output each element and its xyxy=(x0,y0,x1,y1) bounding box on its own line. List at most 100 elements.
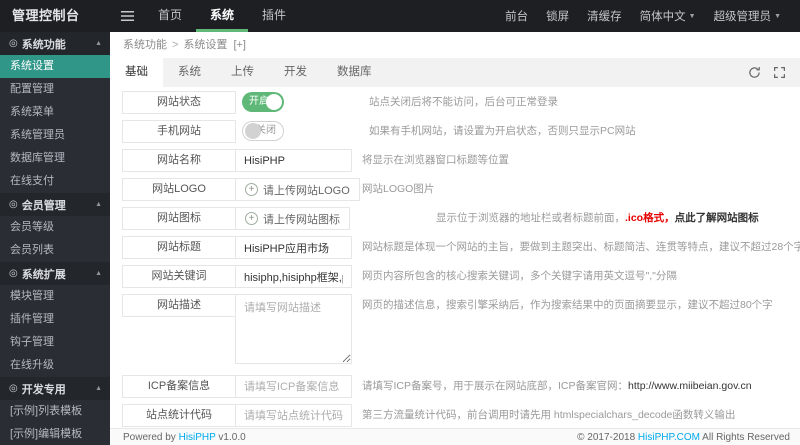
field-label: 网站状态 xyxy=(122,91,236,114)
nav-system[interactable]: 系统 xyxy=(196,0,249,32)
tab-system[interactable]: 系统 xyxy=(163,58,216,87)
sidebar-group-system[interactable]: ◎ 系统功能 ▲ xyxy=(0,32,110,55)
icp-input[interactable] xyxy=(235,375,352,398)
site-name-input[interactable] xyxy=(235,149,352,172)
language-label: 简体中文 xyxy=(639,11,686,23)
help-text-red: .ico格式， xyxy=(625,212,675,224)
gear-icon: ◎ xyxy=(9,199,18,210)
field-label: 网站关键词 xyxy=(122,265,236,288)
app-title: 管理控制台 xyxy=(12,8,80,23)
sidebar-item-demo-edit[interactable]: [示例]编辑模板 xyxy=(0,423,110,445)
field-label: 网站标题 xyxy=(122,236,236,259)
settings-form: 网站状态 开启 站点关闭后将不能访问，后台可正常登录 手机网站 关闭 如果有手机… xyxy=(110,87,800,427)
hisiphp-com-link[interactable]: HisiPHP.COM xyxy=(638,432,700,443)
top-header: 管理控制台 首页 系统 插件 前台 锁屏 清缓存 简体中文 ▼ 超级管理员 ▼ xyxy=(0,0,800,32)
upload-favicon-button[interactable]: + 请上传网站图标 xyxy=(235,207,350,230)
favicon-info-link[interactable]: 点此了解网站图标 xyxy=(675,212,759,224)
plus-circle-icon: + xyxy=(245,212,258,225)
form-row-icp: ICP备案信息 请填写ICP备案号，用于展示在网站底部，ICP备案官网：http… xyxy=(122,375,800,398)
sidebar-item-config[interactable]: 配置管理 xyxy=(0,78,110,101)
sidebar-item-member-list[interactable]: 会员列表 xyxy=(0,239,110,262)
sidebar-item-site-settings[interactable]: 系统设置 xyxy=(0,55,110,78)
settings-tabbar: 基础 系统 上传 开发 数据库 xyxy=(110,58,800,87)
chevron-up-icon: ▲ xyxy=(95,270,102,277)
sidebar-group-title: 开发专用 xyxy=(21,383,66,396)
form-row-site-status: 网站状态 开启 站点关闭后将不能访问，后台可正常登录 xyxy=(122,91,800,114)
frontend-link[interactable]: 前台 xyxy=(496,8,537,24)
field-help: 网页内容所包含的核心搜索关键词，多个关键字请用英文逗号","分隔 xyxy=(362,270,677,282)
sidebar: ◎ 系统功能 ▲ 系统设置 配置管理 系统菜单 系统管理员 数据库管理 在线支付… xyxy=(0,32,110,445)
sidebar-group-members[interactable]: ◎ 会员管理 ▲ xyxy=(0,193,110,216)
form-row-site-title: 网站标题 网站标题是体现一个网站的主旨，要做到主题突出、标题简洁、连贯等特点，建… xyxy=(122,236,800,259)
tab-develop[interactable]: 开发 xyxy=(269,58,322,87)
icp-site-url: http://www.miibeian.gov.cn xyxy=(628,380,752,392)
sidebar-group-extensions[interactable]: ◎ 系统扩展 ▲ xyxy=(0,262,110,285)
site-status-toggle[interactable]: 开启 xyxy=(242,92,284,112)
refresh-icon[interactable] xyxy=(748,66,761,79)
footer: Powered by HisiPHP v1.0.0 © 2017-2018 Hi… xyxy=(110,428,800,445)
field-help: 网站LOGO图片 xyxy=(362,183,435,195)
sidebar-item-modules[interactable]: 模块管理 xyxy=(0,285,110,308)
upload-logo-button[interactable]: + 请上传网站LOGO xyxy=(235,178,360,201)
breadcrumb-separator: > xyxy=(172,39,179,51)
tab-upload[interactable]: 上传 xyxy=(216,58,269,87)
field-help: 网站标题是体现一个网站的主旨，要做到主题突出、标题简洁、连贯等特点，建议不超过2… xyxy=(362,241,800,253)
nav-plugins[interactable]: 插件 xyxy=(248,0,300,32)
chevron-up-icon: ▲ xyxy=(95,40,102,47)
chevron-up-icon: ▲ xyxy=(95,385,102,392)
fullscreen-icon[interactable] xyxy=(773,66,786,79)
gear-icon: ◎ xyxy=(9,383,18,394)
sidebar-item-menus[interactable]: 系统菜单 xyxy=(0,101,110,124)
sidebar-item-hooks[interactable]: 钩子管理 xyxy=(0,331,110,354)
field-help: 第三方流量统计代码，前台调用时请先用 htmlspecialchars_deco… xyxy=(362,409,736,421)
site-title-input[interactable] xyxy=(235,236,352,259)
field-label: 网站图标 xyxy=(122,207,236,230)
mobile-site-toggle[interactable]: 关闭 xyxy=(242,121,284,141)
chevron-down-icon: ▼ xyxy=(688,13,696,20)
user-dropdown[interactable]: 超级管理员 ▼ xyxy=(705,8,790,24)
sidebar-item-database[interactable]: 数据库管理 xyxy=(0,147,110,170)
breadcrumb-parent[interactable]: 系统功能 xyxy=(123,39,167,51)
tab-tools xyxy=(748,58,800,87)
toggle-knob xyxy=(266,94,282,110)
stats-code-input[interactable] xyxy=(235,404,352,427)
powered-by-text: Powered by xyxy=(123,431,179,443)
tab-database[interactable]: 数据库 xyxy=(322,58,387,87)
gear-icon: ◎ xyxy=(9,38,18,49)
sidebar-group-dev[interactable]: ◎ 开发专用 ▲ xyxy=(0,377,110,400)
site-keywords-input[interactable] xyxy=(235,265,352,288)
sidebar-item-member-levels[interactable]: 会员等级 xyxy=(0,216,110,239)
field-label: 手机网站 xyxy=(122,120,236,143)
nav-home[interactable]: 首页 xyxy=(144,0,196,32)
user-label: 超级管理员 xyxy=(713,11,772,23)
sidebar-item-admins[interactable]: 系统管理员 xyxy=(0,124,110,147)
upload-button-label: 请上传网站LOGO xyxy=(263,184,350,197)
plus-circle-icon: + xyxy=(245,183,258,196)
form-row-site-name: 网站名称 将显示在浏览器窗口标题等位置 xyxy=(122,149,800,172)
header-right-menu: 前台 锁屏 清缓存 简体中文 ▼ 超级管理员 ▼ xyxy=(496,0,800,32)
tab-basic[interactable]: 基础 xyxy=(110,58,163,87)
sidebar-item-upgrade[interactable]: 在线升级 xyxy=(0,354,110,377)
top-nav: 首页 系统 插件 xyxy=(144,0,300,32)
lock-screen-link[interactable]: 锁屏 xyxy=(537,8,578,24)
form-row-site-description: 网站描述 网页的描述信息，搜索引擎采纳后，作为搜索结果中的页面摘要显示，建议不超… xyxy=(122,294,800,369)
sidebar-item-payment[interactable]: 在线支付 xyxy=(0,170,110,193)
hisiphp-link[interactable]: HisiPHP xyxy=(179,432,216,443)
field-label: 网站描述 xyxy=(122,294,236,317)
site-description-textarea[interactable] xyxy=(235,294,352,364)
sidebar-item-demo-list[interactable]: [示例]列表模板 xyxy=(0,400,110,423)
breadcrumb-current[interactable]: 系统设置 xyxy=(183,39,227,51)
help-text: 显示位于浏览器的地址栏或者标题前面， xyxy=(436,212,625,224)
gear-icon: ◎ xyxy=(9,268,18,279)
version-text: v1.0.0 xyxy=(215,431,246,443)
form-row-mobile-site: 手机网站 关闭 如果有手机网站，请设置为开启状态，否则只显示PC网站 xyxy=(122,120,800,143)
field-label: 网站LOGO xyxy=(122,178,236,201)
breadcrumb-add-tab[interactable]: [+] xyxy=(233,39,246,51)
sidebar-group-title: 会员管理 xyxy=(21,199,66,212)
language-dropdown[interactable]: 简体中文 ▼ xyxy=(631,8,705,24)
sidebar-item-plugins[interactable]: 插件管理 xyxy=(0,308,110,331)
menu-toggle-icon[interactable] xyxy=(110,0,144,32)
footer-left: Powered by HisiPHP v1.0.0 xyxy=(123,432,246,443)
breadcrumb: 系统功能 > 系统设置 [+] xyxy=(110,32,800,58)
clear-cache-link[interactable]: 清缓存 xyxy=(578,8,631,24)
